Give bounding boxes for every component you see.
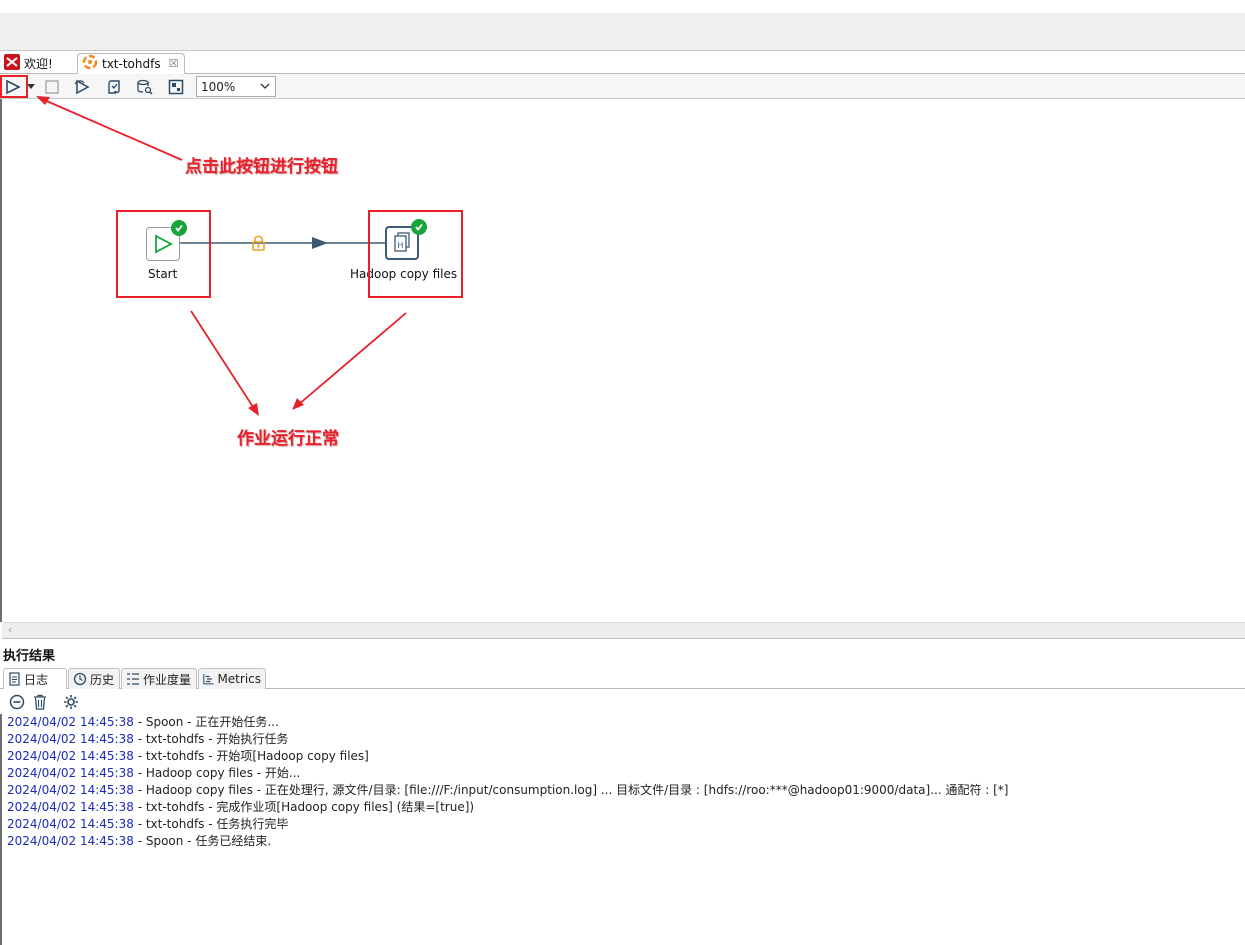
log-timestamp: 2024/04/02 14:45:38 [7,749,134,763]
log-message: - Spoon - 任务已经结束. [133,834,272,848]
log-line: 2024/04/02 14:45:38 - Spoon - 正在开始任务... [7,714,279,731]
gantt-icon [203,674,214,685]
gear-icon [64,695,78,709]
log-output[interactable]: 2024/04/02 14:45:38 - Spoon - 正在开始任务... … [0,714,1245,945]
run-hint-annotation: 点击此按钮进行按钮 [185,157,338,177]
clear-log-button[interactable] [7,693,27,711]
log-line: 2024/04/02 14:45:38 - Spoon - 任务已经结束. [7,833,271,850]
log-timestamp: 2024/04/02 14:45:38 [7,800,134,814]
results-tab-bar: 日志 历史 作业度量 Metrics [0,667,1245,689]
log-message: - Hadoop copy files - 正在处理行, 源文件/目录: [fi… [133,783,1009,797]
results-title: 执行结果 [3,649,56,664]
tab-job-metrics-label: 作业度量 [143,672,192,687]
log-line: 2024/04/02 14:45:38 - txt-tohdfs - 开始项[H… [7,748,369,765]
ok-hint-annotation: 作业运行正常 [237,429,339,449]
history-icon [73,672,87,686]
spoon-window: 欢迎! txt-tohdfs ☒ 100% Start H Hadoop cop… [0,0,1245,945]
trash-icon [34,694,46,710]
log-line: 2024/04/02 14:45:38 - txt-tohdfs - 开始执行任… [7,731,288,748]
canvas-horizontal-scrollbar[interactable]: ‹ [2,622,1245,639]
log-settings-button[interactable] [61,693,81,711]
log-line: 2024/04/02 14:45:38 - Hadoop copy files … [7,782,1008,799]
log-toolbar [0,689,1245,714]
log-message: - txt-tohdfs - 开始项[Hadoop copy files] [133,749,369,763]
log-line: 2024/04/02 14:45:38 - txt-tohdfs - 完成作业项… [7,799,474,816]
metrics-list-icon [127,673,139,685]
tab-job-metrics[interactable]: 作业度量 [121,668,197,689]
minus-circle-icon [9,694,25,710]
tab-log[interactable]: 日志 [3,668,67,689]
log-message: - txt-tohdfs - 任务执行完毕 [133,817,289,831]
log-timestamp: 2024/04/02 14:45:38 [7,766,134,780]
log-timestamp: 2024/04/02 14:45:38 [7,732,134,746]
log-icon [9,672,20,686]
log-line: 2024/04/02 14:45:38 - Hadoop copy files … [7,765,300,782]
tab-metrics[interactable]: Metrics [198,668,266,689]
tab-metrics-label: Metrics [217,672,261,686]
chevron-left-icon[interactable]: ‹ [8,623,12,636]
tab-log-label: 日志 [24,672,49,687]
log-message: - txt-tohdfs - 开始执行任务 [133,732,289,746]
log-message: - Spoon - 正在开始任务... [133,715,279,729]
tab-history[interactable]: 历史 [68,668,120,689]
log-timestamp: 2024/04/02 14:45:38 [7,783,134,797]
log-message: - txt-tohdfs - 完成作业项[Hadoop copy files] … [133,800,475,814]
log-line: 2024/04/02 14:45:38 - txt-tohdfs - 任务执行完… [7,816,288,833]
log-message: - Hadoop copy files - 开始... [133,766,301,780]
tab-history-label: 历史 [90,672,115,687]
log-timestamp: 2024/04/02 14:45:38 [7,834,134,848]
log-timestamp: 2024/04/02 14:45:38 [7,817,134,831]
log-timestamp: 2024/04/02 14:45:38 [7,715,134,729]
delete-log-button[interactable] [30,693,50,711]
